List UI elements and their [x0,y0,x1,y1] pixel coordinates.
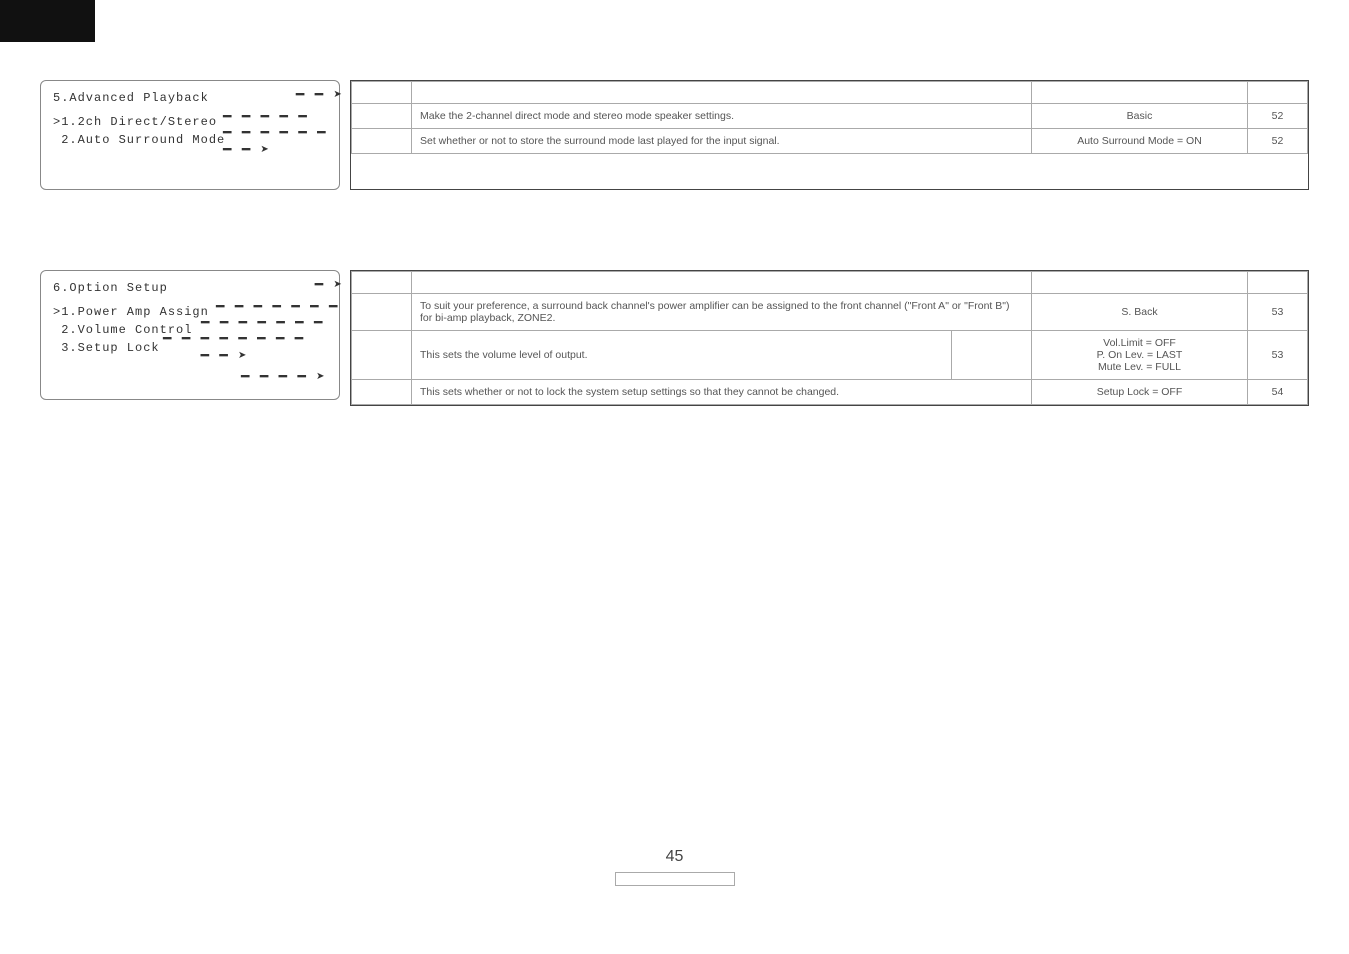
menu-title: 5.Advanced Playback [53,91,327,105]
arrow-icon: ━ ➤ [315,277,343,294]
arrow-icon: ━ ━ ━ ━ ━ ━ ━ [201,315,323,332]
table-header-blank [352,272,412,294]
row-default: Basic [1032,104,1248,129]
row-page: 53 [1248,331,1308,380]
row-page: 52 [1248,129,1308,154]
table-option-setup: To suit your preference, a surround back… [350,270,1309,406]
table-row: Make the 2-channel direct mode and stere… [352,104,1308,129]
table-header-blank [1248,272,1308,294]
row-desc: Set whether or not to store the surround… [412,129,1032,154]
row-desc: To suit your preference, a surround back… [412,294,1032,331]
menu-box-option-setup: 6.Option Setup >1.Power Amp Assign 2.Vol… [40,270,340,400]
page-underline-decoration [615,872,735,886]
table-header-blank [412,82,1032,104]
row-desc: This sets the volume level of output. [412,331,952,380]
row-subcol-blank [952,331,1032,380]
arrow-icon: ━ ━ ➤ [296,87,343,104]
table-header-blank [412,272,1032,294]
row-page: 52 [1248,104,1308,129]
arrow-icon: ━ ━ ━ ━ ━ ━ ━ [216,299,338,316]
row-label-blank [352,294,412,331]
menu-box-advanced-playback: 5.Advanced Playback >1.2ch Direct/Stereo… [40,80,340,190]
row-page: 54 [1248,380,1308,405]
row-default: Auto Surround Mode = ON [1032,129,1248,154]
row-page: 53 [1248,294,1308,331]
table-row: This sets the volume level of output. Vo… [352,331,1308,380]
arrow-icon: ━ ━ ━ ━ ━ ━ ━ ━ ━ ━ ➤ [163,331,339,365]
page-number-footer: 45 [0,848,1349,886]
row-label-blank [352,380,412,405]
arrow-icon: ━ ━ ━ ━ ━ [223,109,308,126]
row-desc: Make the 2-channel direct mode and stere… [412,104,1032,129]
row-default: Vol.Limit = OFF P. On Lev. = LAST Mute L… [1032,331,1248,380]
table-header-blank [1032,272,1248,294]
arrow-icon: ━ ━ ━ ━ ━ ━ ━ ━ ➤ [223,125,339,159]
page-number: 45 [666,848,684,865]
arrow-icon: ━ ━ ━ ━ ➤ [241,369,326,386]
table-header-blank [352,82,412,104]
table-advanced-playback: Make the 2-channel direct mode and stere… [350,80,1309,190]
table-header-blank [1248,82,1308,104]
row-default: S. Back [1032,294,1248,331]
row-default: Setup Lock = OFF [1032,380,1248,405]
row-desc: This sets whether or not to lock the sys… [412,380,1032,405]
row-label-blank [352,331,412,380]
menu-title: 6.Option Setup [53,281,327,295]
section-advanced-playback: 5.Advanced Playback >1.2ch Direct/Stereo… [40,80,1309,190]
section-option-setup: 6.Option Setup >1.Power Amp Assign 2.Vol… [40,270,1309,406]
table-row: To suit your preference, a surround back… [352,294,1308,331]
table-row: This sets whether or not to lock the sys… [352,380,1308,405]
table-row: Set whether or not to store the surround… [352,129,1308,154]
row-label-blank [352,104,412,129]
row-label-blank [352,129,412,154]
header-black-tab [0,0,95,42]
table-header-blank [1032,82,1248,104]
